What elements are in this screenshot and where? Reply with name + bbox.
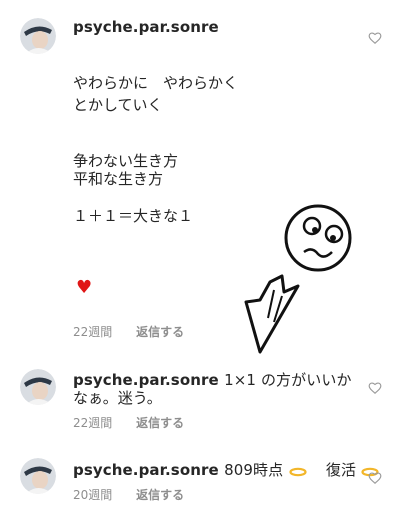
comment-text-line: １＋１＝大きな１	[73, 207, 194, 225]
username[interactable]: psyche.par.sonre	[73, 461, 219, 479]
comment-time: 20週間	[73, 488, 113, 502]
comment-text-line: やわらかに やわらかく	[73, 74, 239, 92]
comment-time: 22週間	[73, 416, 113, 430]
reply-button[interactable]: 返信する	[136, 325, 184, 339]
comment-text-line: とかしていく	[73, 96, 163, 114]
comment-text-inline-b: 復活	[325, 461, 357, 479]
comment-text-line: 平和な生き方	[73, 170, 164, 188]
avatar[interactable]	[20, 369, 56, 405]
comment-text-inline-a: 809時点	[224, 461, 284, 479]
comment-text-line: なぁ。迷う。	[73, 389, 162, 407]
heart-outline-icon[interactable]	[368, 470, 386, 488]
comment-time: 22週間	[73, 325, 113, 339]
username[interactable]: psyche.par.sonre	[73, 18, 219, 36]
reply-button[interactable]: 返信する	[136, 416, 184, 430]
comment-meta: 20週間 返信する	[73, 486, 184, 503]
comment-meta: 22週間 返信する	[73, 323, 184, 340]
comment-text-inline: 1×1 の方がいいか	[224, 371, 352, 389]
heart-outline-icon[interactable]	[368, 380, 386, 398]
avatar[interactable]	[20, 18, 56, 54]
red-heart-emoji: ♥	[76, 277, 93, 298]
comment-meta: 22週間 返信する	[73, 414, 184, 431]
heart-outline-icon[interactable]	[368, 30, 386, 48]
halo-emoji-icon	[288, 463, 307, 481]
reply-button[interactable]: 返信する	[136, 488, 184, 502]
doodle-annotation	[230, 200, 370, 364]
comment-header: psyche.par.sonre 809時点 復活	[73, 459, 380, 481]
avatar[interactable]	[20, 458, 56, 494]
doodle-face-arrow-icon	[244, 204, 352, 354]
